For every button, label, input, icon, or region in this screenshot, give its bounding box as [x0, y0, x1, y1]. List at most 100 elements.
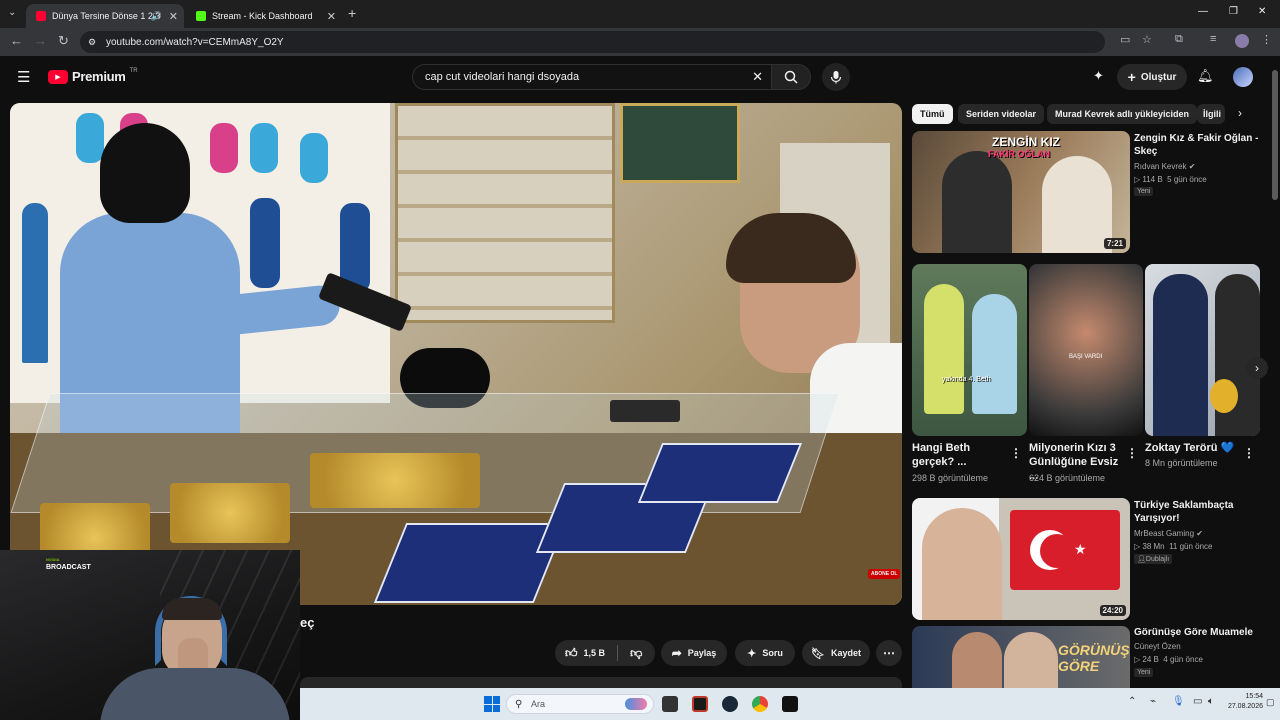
- bookmark-icon: 🔖︎: [811, 647, 825, 660]
- youtube-favicon-icon: [36, 11, 46, 21]
- reload-icon[interactable]: ↻: [58, 33, 69, 49]
- tray-speaker-icon[interactable]: 🔈︎: [1208, 696, 1214, 707]
- extensions-icon[interactable]: ⧉: [1175, 33, 1183, 46]
- steam-icon[interactable]: [722, 696, 738, 712]
- clear-search-icon[interactable]: ✕: [752, 69, 763, 85]
- short-views: 8 Mn görüntüleme: [1145, 458, 1218, 468]
- tab-kick[interactable]: Stream - Kick Dashboard ✕: [186, 4, 342, 28]
- page-scrollbar[interactable]: [1272, 70, 1278, 200]
- profile-avatar[interactable]: [1235, 34, 1249, 48]
- chip-all[interactable]: Tümü: [912, 104, 953, 124]
- video-thumbnail[interactable]: GÖRÜNÜŞE GÖRE: [912, 626, 1130, 688]
- dislike-button[interactable]: 👎︎: [630, 646, 642, 661]
- save-label: Kaydet: [830, 648, 861, 658]
- tray-mic-icon[interactable]: 🎙︎: [1172, 696, 1185, 707]
- gold-pieces: [170, 483, 290, 543]
- short-title[interactable]: Hangi Beth gerçek? ...: [912, 441, 1002, 469]
- close-window-button[interactable]: ✕: [1258, 6, 1266, 17]
- video-player[interactable]: ABONE OL: [10, 103, 902, 605]
- app-taskbar-icon[interactable]: [692, 696, 708, 712]
- chip-uploader[interactable]: Murad Kevrek adlı yükleyiciden: [1047, 104, 1198, 124]
- bracelet-display: [395, 103, 615, 323]
- tray-chevron-icon[interactable]: ⌃: [1128, 696, 1136, 707]
- channel-name[interactable]: Cüneyt Özen: [1134, 642, 1181, 651]
- voice-search-button[interactable]: [822, 63, 850, 91]
- minimize-button[interactable]: —: [1198, 6, 1208, 17]
- channel-name[interactable]: MrBeast Gaming ✔: [1134, 529, 1203, 538]
- dubbed-badge: 👤︎Dublajlı: [1134, 554, 1173, 564]
- short-thumbnail[interactable]: [1145, 264, 1260, 436]
- share-button[interactable]: ➦ Paylaş: [661, 640, 727, 666]
- new-tab-button[interactable]: +: [348, 5, 356, 21]
- video-title[interactable]: Türkiye Saklambaçta Yarışıyor!: [1134, 499, 1264, 525]
- taskbar-search-input[interactable]: ⚲ Ara: [506, 694, 654, 714]
- reading-list-icon[interactable]: ≡: [1210, 33, 1216, 45]
- logo-text: Premium: [72, 69, 126, 84]
- back-icon[interactable]: ←: [10, 33, 23, 48]
- save-button[interactable]: 🔖︎ Kaydet: [802, 640, 870, 666]
- shorts-next-button[interactable]: ›: [1246, 357, 1268, 379]
- tab-youtube[interactable]: Dünya Tersine Dönse 1 2 3 🔊 ✕: [26, 4, 184, 28]
- youtube-play-icon: ▶: [48, 69, 68, 84]
- channel-label: Rıdvan Kevrek: [1134, 162, 1187, 171]
- channel-name[interactable]: Rıdvan Kevrek ✔: [1134, 162, 1195, 171]
- cast-link-icon[interactable]: ✦: [1093, 68, 1104, 84]
- video-title[interactable]: Görünüşe Göre Muamele: [1134, 626, 1264, 639]
- short-menu-icon[interactable]: ⋮: [1126, 446, 1138, 460]
- ask-button[interactable]: ✦ Soru: [735, 640, 795, 666]
- nvidia-logo-text: NVIDIA: [46, 557, 60, 562]
- search-button[interactable]: [771, 64, 811, 90]
- chip-series[interactable]: Seriden videolar: [958, 104, 1045, 124]
- view-count: 24 B: [1142, 655, 1159, 664]
- divider: [617, 645, 619, 661]
- video-title[interactable]: Zengin Kız & Fakir Oğlan - Skeç: [1134, 132, 1264, 158]
- forward-icon[interactable]: →: [34, 33, 47, 48]
- notifications-bell-icon[interactable]: 🔔︎: [1197, 68, 1214, 84]
- youtube-logo[interactable]: ▶ Premium TR: [48, 68, 138, 84]
- cast-icon[interactable]: ▭: [1120, 33, 1130, 46]
- chrome-icon[interactable]: [752, 696, 768, 712]
- bookmark-star-icon[interactable]: ☆: [1142, 33, 1152, 46]
- short-thumbnail[interactable]: BAŞI VARDI: [1029, 264, 1143, 436]
- tab-search-icon[interactable]: ⌄: [8, 7, 16, 18]
- youtube-header: ☰ ▶ Premium TR cap cut videolari hangi d…: [0, 56, 1280, 100]
- maximize-button[interactable]: ❐: [1229, 6, 1238, 17]
- chevron-right-icon: ›: [1255, 361, 1259, 375]
- broadcast-logo-text: BROADCAST: [46, 564, 91, 571]
- tray-battery-icon[interactable]: ▭: [1193, 696, 1202, 707]
- short-menu-icon[interactable]: ⋮: [1010, 446, 1022, 460]
- tray-network-icon[interactable]: ⌁: [1150, 696, 1156, 707]
- browser-menu-icon[interactable]: ⋮: [1261, 33, 1272, 46]
- site-info-icon[interactable]: ⚙: [88, 37, 96, 48]
- notification-center-icon[interactable]: ▢: [1266, 697, 1275, 708]
- like-button[interactable]: 👍︎ 1,5 B: [565, 646, 605, 661]
- capcut-icon[interactable]: [782, 696, 798, 712]
- taskbar-clock[interactable]: 15:54 27.08.2026: [1225, 692, 1263, 712]
- search-input[interactable]: cap cut videolari hangi dsoyada ✕: [412, 64, 772, 90]
- short-menu-icon[interactable]: ⋮: [1243, 446, 1255, 460]
- task-view-icon[interactable]: [662, 696, 678, 712]
- subscribe-overlay-badge[interactable]: ABONE OL: [868, 569, 901, 579]
- close-tab-icon[interactable]: ✕: [169, 10, 178, 23]
- url-field[interactable]: ⚙ youtube.com/watch?v=CEMmA8Y_O2Y: [80, 31, 1105, 53]
- necklace-bust: [76, 113, 104, 163]
- necklace-bust: [250, 198, 280, 288]
- windows-start-icon[interactable]: [484, 696, 500, 712]
- thumb-caption: yakında 4. Beth: [942, 376, 991, 383]
- short-title[interactable]: Zoktay Terörü 💙: [1145, 441, 1241, 455]
- thumb-person: [1042, 156, 1112, 253]
- close-tab-icon[interactable]: ✕: [327, 10, 336, 23]
- chip-related[interactable]: İlgili: [1197, 104, 1225, 124]
- video-thumbnail[interactable]: ZENGİN KIZ FAKİR OĞLAN 7:21: [912, 131, 1130, 253]
- dubbed-icon: 👤︎: [1137, 556, 1146, 563]
- tab-label: Stream - Kick Dashboard: [212, 11, 313, 21]
- short-thumbnail[interactable]: yakında 4. Beth: [912, 264, 1027, 436]
- video-duration: 7:21: [1103, 238, 1126, 249]
- hamburger-menu-icon[interactable]: ☰: [17, 68, 30, 86]
- upload-age: 11 gün önce: [1169, 542, 1213, 551]
- more-actions-button[interactable]: ⋯: [876, 640, 902, 666]
- chip-scroll-right-icon[interactable]: ›: [1238, 106, 1242, 120]
- video-thumbnail[interactable]: ★ 24:20: [912, 498, 1130, 620]
- account-avatar[interactable]: [1233, 67, 1253, 87]
- create-button[interactable]: + Oluştur: [1117, 64, 1187, 90]
